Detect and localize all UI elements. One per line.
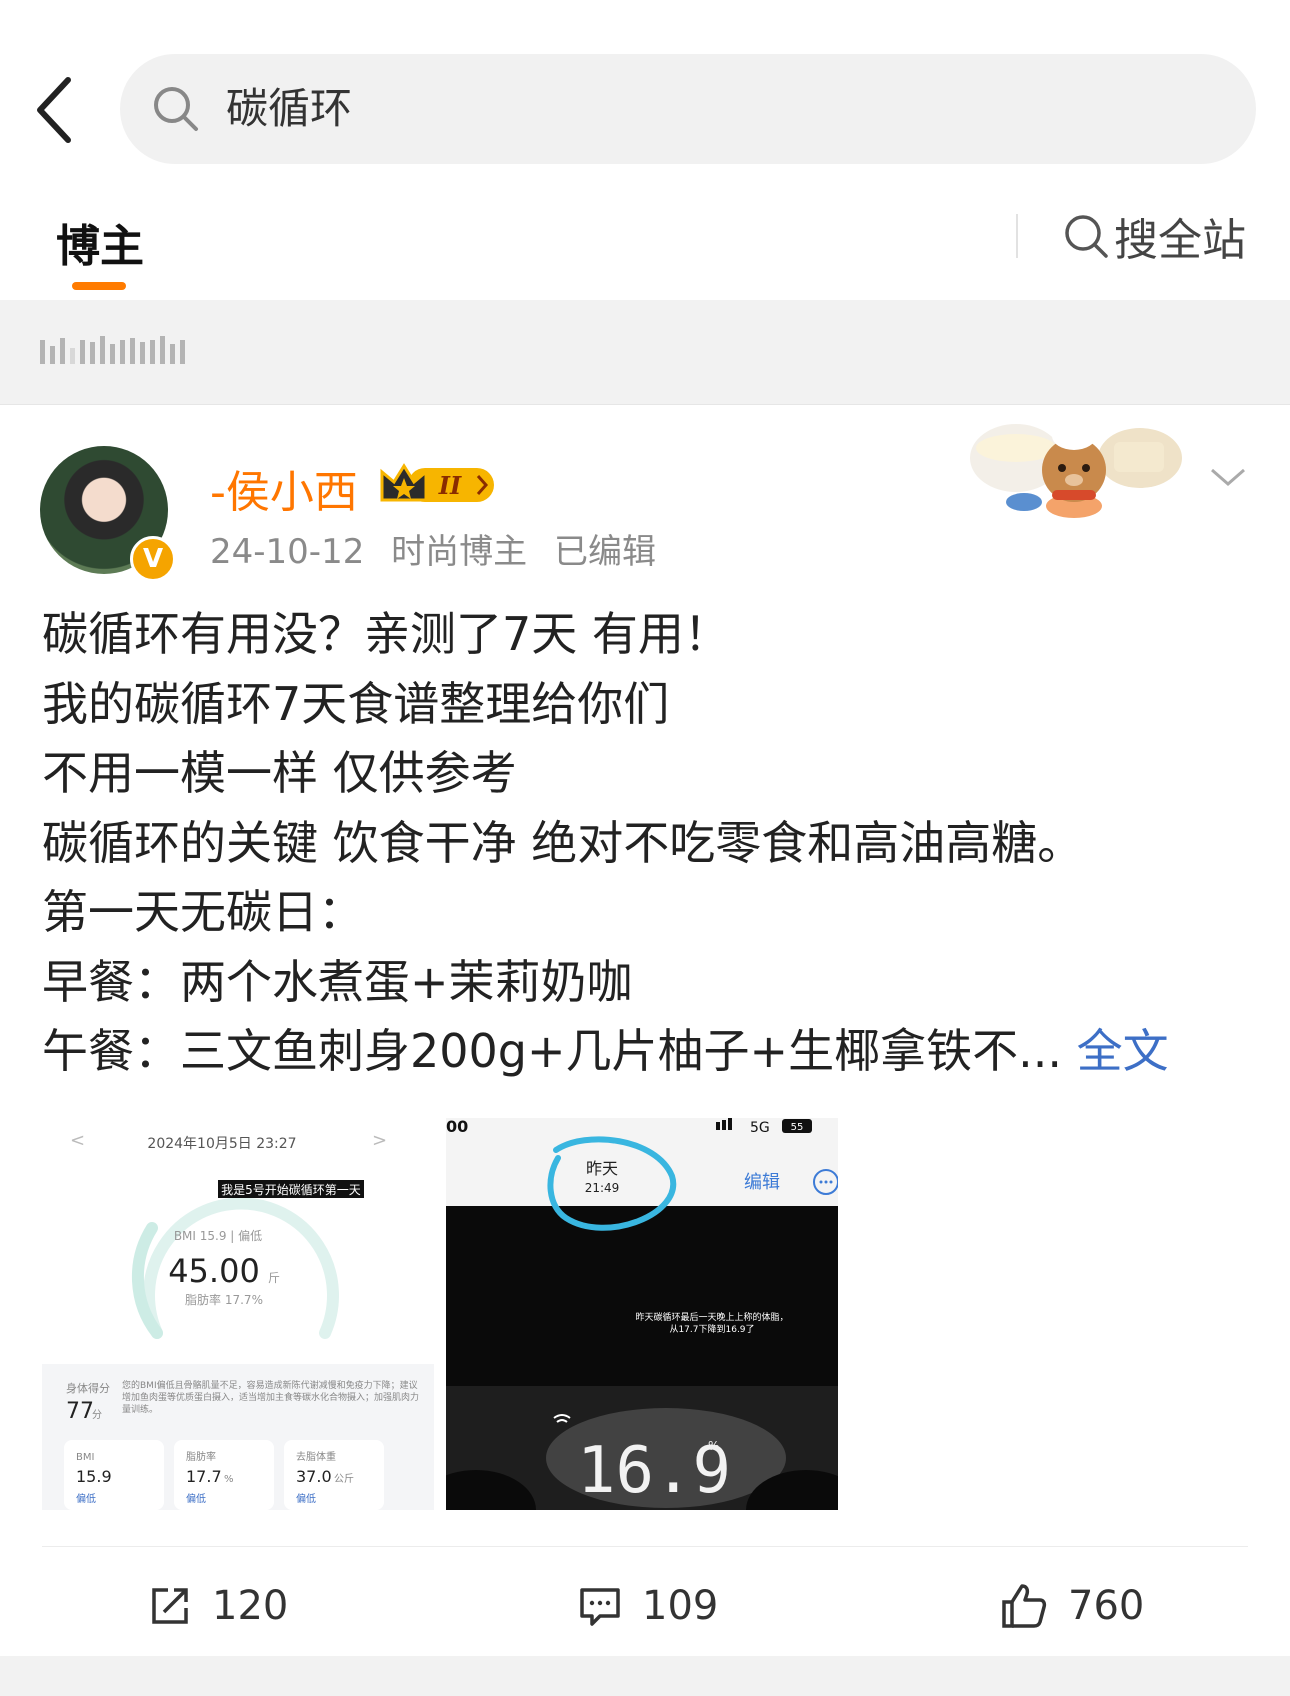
post-meta: 24-10-12 时尚博主 已编辑	[210, 524, 672, 573]
search-icon	[154, 87, 198, 131]
stat-card-label: 去脂体重	[296, 1450, 336, 1463]
stat-card-unit: 公斤	[334, 1473, 354, 1485]
active-tab-indicator	[72, 282, 126, 290]
post-line: 我的碳循环7天食谱整理给你们	[42, 676, 670, 731]
chevron-down-icon[interactable]	[1208, 462, 1248, 492]
top-bar: 碳循环	[0, 0, 1290, 175]
stat-card-status: 偏低	[76, 1492, 96, 1505]
post-line: 不用一模一样 仅供参考	[42, 746, 517, 800]
weight-unit: 斤	[268, 1271, 280, 1285]
author-category: 时尚博主	[391, 532, 528, 572]
post-line-last: 午餐：三文鱼刺身200g+几片柚子+生椰拿铁不... 全文	[42, 1017, 1262, 1087]
post-line: 早餐：两个水煮蛋+茉莉奶咖	[42, 954, 633, 1009]
search-bar[interactable]: 碳循环	[120, 54, 1256, 164]
network-label: 5G	[750, 1120, 770, 1136]
stat-card-value: 37.0	[296, 1467, 332, 1486]
stat-card-status: 偏低	[186, 1492, 206, 1505]
photo-caption: 昨天碳循环最后一天晚上上称的体脂，从17.7下降到16.9了	[635, 1313, 789, 1335]
health-advice: 您的BMI偏低且骨骼肌量不足，容易造成新陈代谢减慢和免疫力下降；建议增加鱼肉蛋等…	[122, 1381, 420, 1415]
stat-card-label: BMI	[76, 1452, 94, 1463]
comment-icon	[580, 1588, 620, 1626]
stat-card-value: 15.9	[76, 1467, 112, 1486]
post-image-scale-app[interactable]: < > 2024年10月5日 23:27 我是5号开始碳循环第一天 BMI 15…	[42, 1118, 434, 1510]
stat-card-status: 偏低	[296, 1492, 316, 1505]
action-divider	[42, 1546, 1248, 1547]
thumbs-up-icon	[1002, 1584, 1047, 1628]
svg-text:II: II	[438, 471, 462, 500]
score-value: 77	[66, 1399, 94, 1424]
post-line: 碳循环有用没？亲测了7天 有用！	[42, 607, 730, 661]
edit-button[interactable]: 编辑	[744, 1172, 780, 1193]
post-date: 24-10-12	[210, 532, 365, 572]
time-label: 21:49	[585, 1181, 620, 1195]
vip-crown-icon: II	[380, 463, 494, 502]
battery-level: 55	[791, 1122, 804, 1133]
post-text: 碳循环有用没？亲测了7天 有用！ 我的碳循环7天食谱整理给你们 不用一模一样 仅…	[42, 600, 1262, 1087]
tab-bar: 博主 搜全站	[0, 190, 1290, 301]
search-input[interactable]: 碳循环	[226, 82, 352, 136]
comment-count: 109	[642, 1583, 719, 1629]
next-arrow-icon: >	[372, 1130, 387, 1151]
full-text-link[interactable]: 全文	[1077, 1024, 1169, 1078]
back-arrow-icon[interactable]	[28, 70, 88, 150]
bmi-line: BMI 15.9 | 偏低	[174, 1228, 262, 1243]
post-line: 午餐：三文鱼刺身200g+几片柚子+生椰拿铁不...	[42, 1024, 1062, 1078]
score-unit: 分	[92, 1409, 102, 1421]
signal-icon	[716, 1122, 720, 1130]
like-button[interactable]: 760	[1000, 1566, 1144, 1646]
bear-chef-decoration-icon	[970, 422, 1182, 518]
repost-icon	[152, 1588, 188, 1624]
username[interactable]: -侯小西	[210, 456, 358, 520]
status-left: 00	[446, 1118, 468, 1136]
verified-badge-icon: V	[130, 536, 176, 582]
day-label: 昨天	[586, 1159, 618, 1178]
blurred-text	[40, 336, 185, 364]
comment-button[interactable]: 109	[578, 1566, 718, 1646]
post-line: 第一天无碳日：	[42, 885, 364, 939]
repost-button[interactable]: 120	[148, 1566, 288, 1646]
prev-arrow-icon: <	[70, 1130, 85, 1151]
more-dot	[819, 1180, 823, 1184]
search-icon	[1065, 215, 1108, 258]
fat-rate-line: 脂肪率 17.7%	[185, 1292, 263, 1307]
action-bar: 120 109 760	[0, 1566, 1290, 1646]
more-dot	[824, 1180, 828, 1184]
post-line: 碳循环的关键 饮食干净 绝对不吃零食和高油高糖。	[42, 815, 1084, 870]
repost-count: 120	[212, 1583, 289, 1629]
search-site-button[interactable]: 搜全站	[1062, 206, 1246, 266]
weight-value: 45.00	[168, 1252, 260, 1290]
blurred-info-band	[0, 300, 1290, 405]
post-image-scale-photo[interactable]: 00 5G 55 昨天 21:49 编辑 昨天碳循环最后一天晚上上称的体脂，从1…	[446, 1118, 838, 1510]
scale-date: 2024年10月5日 23:27	[147, 1136, 296, 1152]
stat-card-value: 17.7	[186, 1467, 222, 1486]
more-dot	[829, 1180, 833, 1184]
tab-divider	[1016, 214, 1018, 258]
signal-icon	[728, 1118, 732, 1130]
stat-card-unit: %	[224, 1474, 234, 1485]
score-label: 身体得分	[66, 1381, 110, 1395]
reading-unit: %	[708, 1439, 719, 1453]
signal-icon	[722, 1120, 726, 1130]
edited-label: 已编辑	[553, 532, 656, 572]
feed-separator	[0, 1656, 1290, 1696]
like-count: 760	[1068, 1583, 1145, 1629]
tab-blogger[interactable]: 博主	[56, 210, 144, 274]
stat-card-label: 脂肪率	[186, 1450, 216, 1463]
search-site-label: 搜全站	[1114, 215, 1246, 266]
image-caption: 我是5号开始碳循环第一天	[221, 1183, 361, 1197]
